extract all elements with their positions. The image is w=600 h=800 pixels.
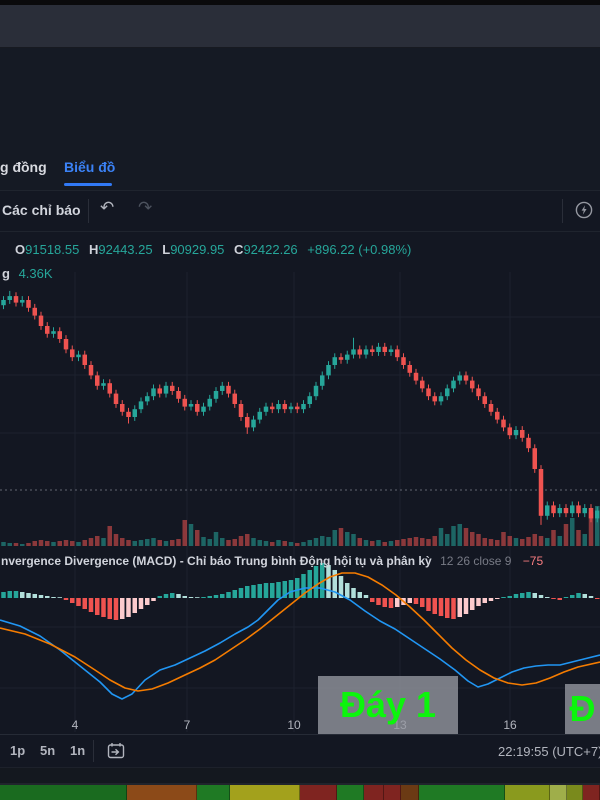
ticker-cell[interactable] <box>567 785 583 800</box>
ticker-cell-hdc[interactable]: HDC <box>300 785 337 800</box>
time-axis-label: 16 <box>503 718 517 732</box>
ticker-label: KHG <box>250 797 279 800</box>
time-axis-label: 4 <box>71 718 79 732</box>
toolbar-separator <box>88 199 89 223</box>
strip-gap <box>0 768 600 783</box>
ticker-cell-vre[interactable]: VRE <box>337 785 364 800</box>
ticker-cell-dbc[interactable]: DBC <box>505 785 550 800</box>
ticker-cell[interactable] <box>583 785 600 800</box>
ticker-cell-khg[interactable]: KHG <box>230 785 300 800</box>
ticker-cell-anv[interactable]: ANV <box>419 785 505 800</box>
tab-community[interactable]: g đồng <box>0 159 47 175</box>
ticker-cell[interactable] <box>384 785 401 800</box>
bottom-toolbar: 1p 5n 1n 22:19:55 (UTC+7) <box>0 735 600 768</box>
ticker-label: VRE <box>337 797 363 800</box>
ticker-heatmap-strip: KHG HDC VRE ANV DBC <box>0 783 600 800</box>
macd-legend: nvergence Divergence (MACD) - Chỉ báo Tr… <box>1 554 544 568</box>
tabs-row: g đồng Biểu đồ <box>0 147 600 190</box>
active-tab-underline <box>64 183 112 186</box>
ticker-cell[interactable] <box>197 785 230 800</box>
app-title-bar <box>0 5 600 48</box>
candlestick-macd-chart <box>0 232 600 740</box>
ohlc-legend: O91518.55 H92443.25 L90929.95 C92422.26 … <box>15 242 412 257</box>
bottom-marker-label: Đáy 1 <box>318 676 458 734</box>
ticker-label: DBC <box>513 797 541 800</box>
tab-chart[interactable]: Biểu đồ <box>64 159 115 175</box>
trading-app-screen: + Theo dõi + Cập nhật lúc22:19:55 g đồng… <box>0 0 600 800</box>
timeframe-1m-button[interactable]: 1p <box>10 743 25 758</box>
redo-icon: ↷ <box>138 198 153 217</box>
session-clock[interactable]: 22:19:55 (UTC+7) <box>498 744 600 759</box>
undo-icon[interactable]: ↶ <box>100 198 114 218</box>
flash-icon[interactable] <box>574 200 594 225</box>
bottom-marker-label: Đ <box>565 684 600 734</box>
timeframe-5m-button[interactable]: 5n <box>40 743 55 758</box>
go-to-date-icon[interactable] <box>106 741 126 766</box>
ticker-cell[interactable] <box>364 785 384 800</box>
indicators-button[interactable]: Các chỉ báo <box>2 202 81 218</box>
chart-toolbar: Các chỉ báo ↶ ↷ <box>0 190 600 232</box>
ticker-cell[interactable] <box>127 785 197 800</box>
symbol-header-panel: + Theo dõi + Cập nhật lúc22:19:55 <box>0 48 600 185</box>
ticker-cell[interactable] <box>0 785 127 800</box>
toolbar-separator <box>93 740 94 762</box>
macd-value: −75 <box>522 554 544 568</box>
ticker-label: HDC <box>304 797 332 800</box>
chart-area[interactable]: O91518.55 H92443.25 L90929.95 C92422.26 … <box>0 232 600 735</box>
volume-legend: g 4.36K <box>2 266 53 281</box>
ticker-cell[interactable] <box>550 785 567 800</box>
change-value: +896.22 (+0.98%) <box>307 242 412 257</box>
time-axis-label: 7 <box>183 718 191 732</box>
time-axis-label: 10 <box>287 718 301 732</box>
ticker-label: ANV <box>448 797 475 800</box>
ticker-cell[interactable] <box>401 785 419 800</box>
toolbar-separator <box>562 199 563 223</box>
timeframe-1d-button[interactable]: 1n <box>70 743 85 758</box>
